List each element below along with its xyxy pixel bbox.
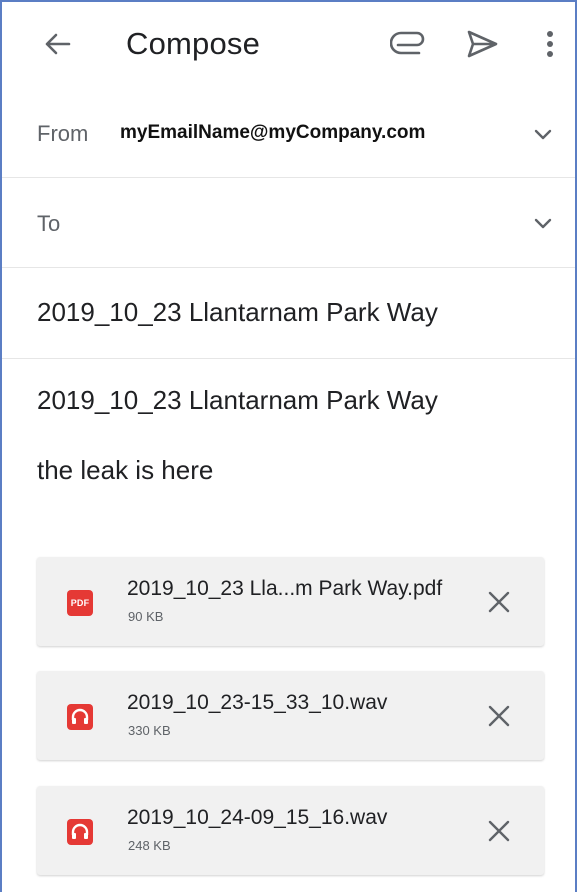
paperclip-icon [389, 31, 425, 55]
back-arrow-icon [45, 33, 71, 55]
close-icon[interactable] [485, 817, 513, 845]
attachment-size: 90 KB [128, 609, 164, 624]
attach-button[interactable] [389, 28, 430, 62]
body-text-line[interactable]: the leak is here [37, 455, 213, 486]
audio-icon [67, 704, 93, 730]
chevron-down-icon[interactable] [529, 121, 557, 149]
app-bar: Compose [2, 2, 575, 90]
audio-icon [67, 819, 93, 845]
attachment-size: 330 KB [128, 723, 171, 738]
headphones-icon [71, 708, 89, 724]
subject-text[interactable]: 2019_10_23 Llantarnam Park Way [37, 297, 438, 328]
from-label: From [37, 121, 89, 146]
pdf-icon: PDF [67, 590, 93, 616]
compose-screen: Compose From myEmailName@myCompany.com T… [0, 0, 577, 892]
headphones-icon [71, 823, 89, 839]
attachment-chip[interactable]: 2019_10_23-15_33_10.wav 330 KB [37, 671, 544, 760]
body-text-line[interactable]: 2019_10_23 Llantarnam Park Way [37, 385, 438, 416]
attachment-name: 2019_10_23 Lla...m Park Way.pdf [127, 577, 443, 600]
close-icon[interactable] [485, 702, 513, 730]
chevron-down-icon[interactable] [529, 210, 557, 238]
attachment-name: 2019_10_23-15_33_10.wav [127, 691, 388, 714]
more-vert-icon [547, 31, 553, 57]
attachment-name: 2019_10_24-09_15_16.wav [127, 806, 388, 829]
attachment-size: 248 KB [128, 838, 171, 853]
subject-field[interactable]: 2019_10_23 Llantarnam Park Way [2, 268, 575, 359]
close-icon[interactable] [485, 588, 513, 616]
back-button[interactable] [38, 24, 78, 64]
send-button[interactable] [464, 26, 500, 62]
send-icon [467, 30, 498, 58]
more-options-button[interactable] [540, 24, 560, 64]
attachment-chip[interactable]: PDF 2019_10_23 Lla...m Park Way.pdf 90 K… [37, 557, 544, 646]
attachment-chip[interactable]: 2019_10_24-09_15_16.wav 248 KB [37, 786, 544, 875]
page-title: Compose [126, 26, 261, 61]
to-field[interactable]: To [2, 178, 575, 268]
from-address: myEmailName@myCompany.com [120, 122, 426, 143]
from-field[interactable]: From myEmailName@myCompany.com [2, 90, 575, 178]
to-label: To [37, 211, 61, 236]
